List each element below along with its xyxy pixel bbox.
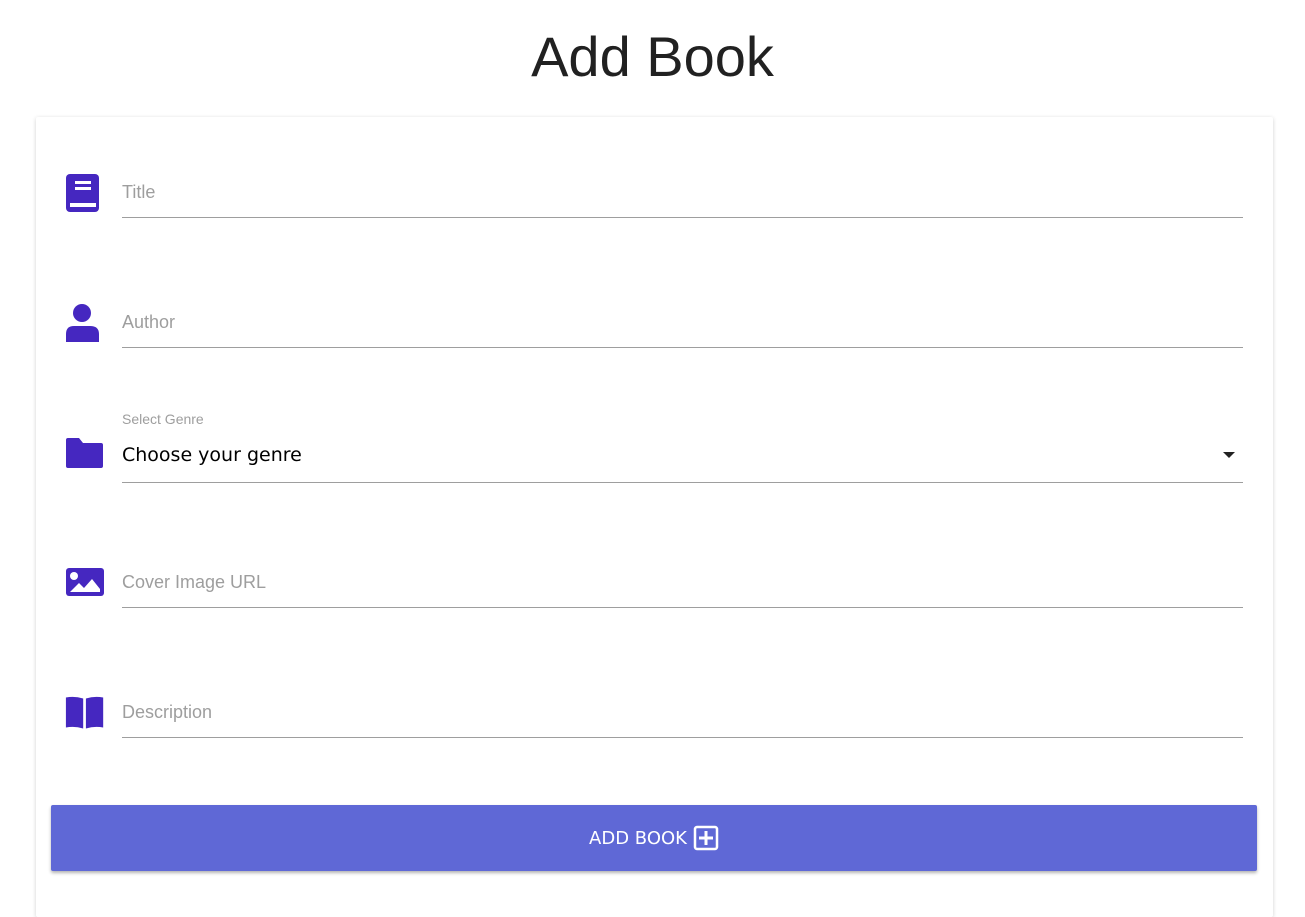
description-row [36,689,1273,749]
genre-select[interactable]: Choose your genre [122,434,1243,483]
cover-field[interactable] [122,559,1243,608]
title-input[interactable] [122,169,1243,215]
open-book-icon [65,696,104,729]
chevron-down-icon[interactable] [1223,452,1235,458]
page-title: Add Book [531,25,774,88]
title-row [36,169,1273,229]
cover-row [36,559,1273,619]
author-row [36,299,1273,359]
description-field[interactable] [122,689,1243,738]
book-icon [66,174,99,212]
description-input[interactable] [122,689,1243,735]
author-input[interactable] [122,299,1243,345]
folder-icon [66,438,103,468]
cover-url-input[interactable] [122,559,1243,605]
add-book-label: ADD BOOK [589,827,687,849]
genre-row: Select Genre Choose your genre [36,409,1273,489]
genre-label: Select Genre [122,411,204,427]
title-field[interactable] [122,169,1243,218]
person-icon [66,304,99,342]
add-book-button[interactable]: ADD BOOK [51,805,1257,871]
author-field[interactable] [122,299,1243,348]
genre-selected-value: Choose your genre [122,444,302,466]
add-book-form: Select Genre Choose your genre ADD BOOK [36,117,1273,917]
plus-box-icon [693,825,719,851]
image-icon [66,568,104,596]
